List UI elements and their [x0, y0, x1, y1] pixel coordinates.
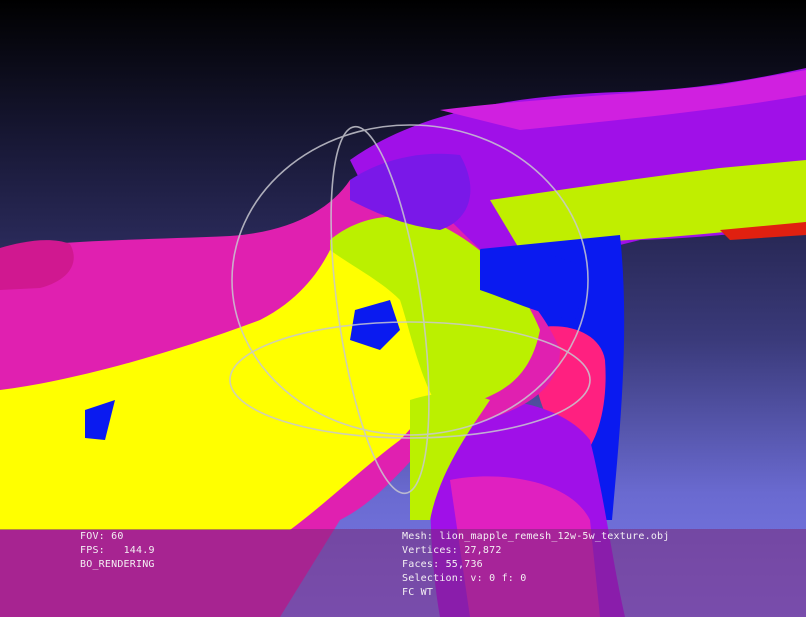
fps-readout: FPS: 144.9 — [80, 544, 155, 558]
3d-viewport[interactable]: FOV: 60 FPS: 144.9 BO_RENDERING Mesh: li… — [0, 0, 806, 617]
fov-readout: FOV: 60 — [80, 530, 124, 544]
status-overlay: FOV: 60 FPS: 144.9 BO_RENDERING Mesh: li… — [0, 529, 806, 617]
fov-label: FOV: — [80, 531, 105, 542]
mesh-name: lion_mapple_remesh_12w-5w_texture.obj — [439, 531, 670, 542]
fps-value: 144.9 — [123, 545, 155, 556]
vertices-readout: Vertices: 27,872 — [402, 544, 502, 558]
faces-readout: Faces: 55,736 — [402, 558, 483, 572]
mesh-readout: Mesh: lion_mapple_remesh_12w-5w_texture.… — [402, 530, 670, 544]
face-mode: FC WT — [402, 587, 434, 598]
fps-label: FPS: — [80, 545, 105, 556]
selection-f-label: f: — [501, 573, 515, 584]
faces-value: 55,736 — [445, 559, 483, 570]
selection-v-value: 0 — [489, 573, 496, 584]
fov-value: 60 — [111, 531, 124, 542]
selection-readout: Selection: v: 0 f: 0 — [402, 572, 527, 586]
selection-f-value: 0 — [520, 573, 527, 584]
vertices-value: 27,872 — [464, 545, 502, 556]
vertices-label: Vertices: — [402, 545, 458, 556]
selection-v-label: Selection: v: — [402, 573, 483, 584]
mesh-label: Mesh: — [402, 531, 434, 542]
mesh-render[interactable] — [0, 0, 806, 617]
render-mode: BO_RENDERING — [80, 559, 155, 570]
faces-label: Faces: — [402, 559, 440, 570]
